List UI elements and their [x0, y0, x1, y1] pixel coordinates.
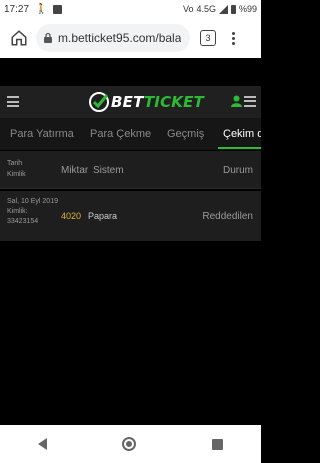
checkmark-logo-icon: [89, 92, 109, 112]
user-icon: [231, 95, 242, 107]
tab-cekim-durumu[interactable]: Çekim du: [223, 118, 261, 150]
android-nav-bar: [0, 425, 261, 463]
lock-icon: [44, 32, 52, 43]
row-id: 33423154: [7, 218, 39, 225]
site-logo[interactable]: BETTICKET: [88, 90, 204, 114]
row-id-label: Kimlik:: [7, 208, 28, 215]
volte-icon: Vo: [182, 4, 194, 14]
header-amount: Miktar: [61, 165, 89, 176]
logo-text-ticket: TICKET: [143, 93, 204, 111]
header-system: Sistem: [93, 165, 124, 176]
user-menu-button[interactable]: [231, 95, 256, 107]
logo-text-bet: BET: [111, 93, 144, 111]
url-text: m.betticket95.com/bala: [58, 31, 182, 45]
more-menu-icon[interactable]: [228, 31, 238, 45]
row-system: Papara: [88, 211, 118, 221]
status-time: 17:27: [4, 3, 30, 15]
tab-gecmis[interactable]: Geçmiş: [167, 118, 204, 150]
header-date: Tarih: [7, 160, 23, 167]
table-row[interactable]: Sal, 10 Eyl 2019 Kimlik: 33423154 4020 P…: [0, 191, 261, 241]
user-menu-lines-icon: [244, 95, 256, 107]
table-header: Tarih Kimlik Miktar Sistem Durum: [0, 151, 261, 189]
walking-icon: 🚶: [35, 3, 48, 15]
tab-para-yatirma[interactable]: Para Yatırma: [10, 118, 74, 150]
row-amount: 4020: [61, 211, 82, 221]
address-bar[interactable]: m.betticket95.com/bala: [36, 24, 190, 52]
page-spacer: [0, 58, 261, 86]
battery-icon: [230, 4, 236, 14]
row-date: Sal, 10 Eyl 2019: [7, 198, 58, 205]
site-header: BETTICKET: [0, 86, 261, 118]
active-tab-indicator: [218, 147, 261, 149]
tab-bar: Para Yatırma Para Çekme Geçmiş Çekim du: [0, 118, 261, 150]
recents-icon[interactable]: [212, 438, 224, 450]
home-icon[interactable]: [6, 25, 32, 51]
withdrawals-table: Tarih Kimlik Miktar Sistem Durum Sal, 10…: [0, 151, 261, 241]
tab-para-cekme[interactable]: Para Çekme: [90, 118, 151, 150]
row-status: Reddedilen: [202, 211, 253, 222]
status-bar: 17:27 🚶 Vo 4.5G %99: [0, 0, 261, 18]
home-button-icon[interactable]: [122, 437, 137, 451]
gallery-icon: [53, 4, 63, 14]
header-status: Durum: [223, 165, 254, 176]
browser-toolbar: m.betticket95.com/bala 3: [0, 18, 261, 58]
signal-icon: [218, 4, 228, 14]
tab-switcher-button[interactable]: 3: [200, 30, 216, 46]
header-id: Kimlik: [7, 171, 26, 178]
battery-level: %99: [238, 4, 257, 14]
hamburger-menu-icon[interactable]: [7, 96, 19, 107]
back-icon[interactable]: [37, 438, 47, 450]
network-type: 4.5G: [196, 4, 216, 14]
